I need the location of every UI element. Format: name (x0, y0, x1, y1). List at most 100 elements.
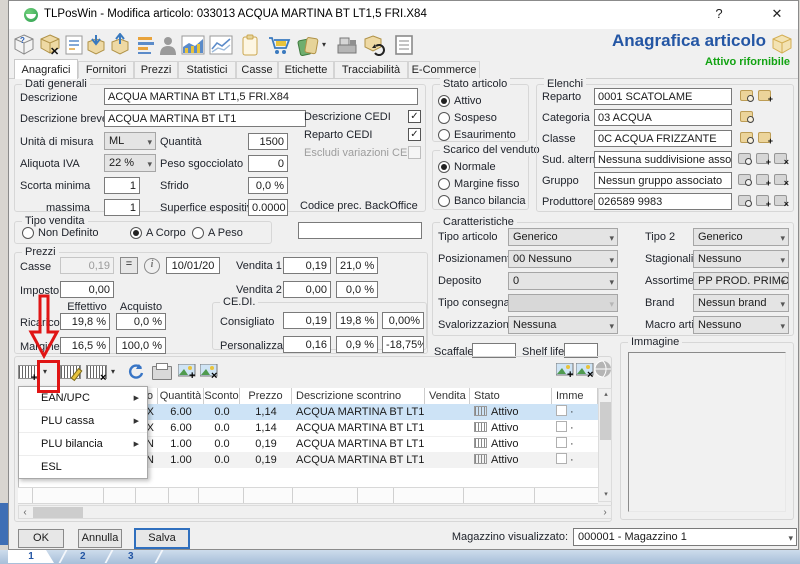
menu-item-plu-cassa[interactable]: PLU cassa (19, 410, 147, 433)
descrizione-cedi-checkbox[interactable] (408, 110, 421, 123)
immagine-preview[interactable] (628, 352, 786, 512)
reparto-input[interactable]: 0001 SCATOLAME (594, 88, 732, 105)
barcode-add-icon[interactable]: + (18, 365, 39, 379)
classe-search-icon[interactable] (740, 132, 753, 143)
radio-margine-fisso[interactable] (438, 178, 450, 190)
tab-fornitori[interactable]: Fornitori (78, 61, 134, 78)
image-add-icon[interactable]: + (178, 364, 196, 378)
margine-acquisto-input[interactable]: 100,0 % (116, 337, 166, 354)
produttore-search-icon[interactable] (738, 195, 751, 206)
tab-ecommerce[interactable]: E-Commerce (408, 61, 480, 78)
classe-input[interactable]: 0C ACQUA FRIZZANTE (594, 130, 732, 147)
salva-button[interactable]: Salva (134, 528, 190, 549)
ricarico-acquisto-input[interactable]: 0,0 % (116, 313, 166, 330)
sud-delete-icon[interactable] (774, 153, 787, 164)
brand-combo[interactable]: Nessun brand (693, 294, 789, 312)
col-header-quantita[interactable]: Quantità (158, 388, 204, 404)
barcode-delete-icon[interactable]: × (86, 365, 107, 379)
sheet-tab-3[interactable]: 3 (128, 550, 134, 563)
tipo-articolo-combo[interactable]: Generico (508, 228, 618, 246)
sud-search-icon[interactable] (738, 153, 751, 164)
cash-register-icon[interactable] (334, 33, 358, 57)
menu-item-plu-bilancia[interactable]: PLU bilancia (19, 433, 147, 456)
svalorizzazione-combo[interactable]: Nessuna (508, 316, 618, 334)
personalizzato-pct-input[interactable]: 0,9 % (336, 336, 378, 353)
customer-icon[interactable] (156, 33, 180, 57)
sud-alternativa-input[interactable]: Nessuna suddivisione asso (594, 151, 732, 168)
help-button[interactable]: ? (700, 2, 738, 26)
consigliato-input[interactable]: 0,19 (283, 312, 331, 329)
macro-articolo-combo[interactable]: Nessuno (693, 316, 789, 334)
refresh-icon[interactable] (126, 362, 145, 381)
ricarico-effettivo-input[interactable]: 19,8 % (60, 313, 110, 330)
cart-icon[interactable] (266, 33, 290, 57)
annulla-button[interactable]: Annulla (78, 529, 122, 548)
stagionalita-combo[interactable]: Nessuno (693, 250, 789, 268)
personalizzato-var-input[interactable]: -18,75% (382, 336, 424, 353)
gruppo-delete-icon[interactable] (774, 174, 787, 185)
movements-icon[interactable] (134, 33, 158, 57)
image-delete2-icon[interactable]: × (576, 363, 594, 377)
table-vscrollbar[interactable]: ▴ ▾ (598, 388, 612, 502)
radio-banco-bilancia[interactable] (438, 195, 450, 207)
col-header-prezzo[interactable]: Prezzo (240, 388, 292, 404)
web-icon[interactable] (594, 360, 612, 378)
gruppo-add-icon[interactable] (756, 174, 769, 185)
reparto-add-icon[interactable] (758, 90, 771, 101)
barcode-delete-menu-caret-icon[interactable]: ▾ (111, 363, 115, 381)
sheet-tab-1[interactable]: 1 (8, 550, 54, 563)
personalizzato-input[interactable]: 0,16 (283, 336, 331, 353)
radio-normale[interactable] (438, 161, 450, 173)
chart-line-icon[interactable] (208, 33, 232, 57)
vendita2-pct-input[interactable]: 0,0 % (336, 281, 378, 298)
casse-date-input[interactable]: 10/01/20 (166, 257, 220, 274)
article-list-icon[interactable] (62, 33, 86, 57)
backoffice-input[interactable] (298, 222, 422, 239)
form-icon[interactable] (392, 33, 416, 57)
reparto-cedi-checkbox[interactable] (408, 128, 421, 141)
table-hscrollbar[interactable]: ‹ › (18, 505, 612, 519)
image-checkbox[interactable] (556, 453, 567, 464)
labels-menu-caret-icon[interactable]: ▾ (322, 40, 326, 49)
equals-button[interactable]: = (120, 257, 138, 274)
article-sync-icon[interactable] (362, 33, 386, 57)
image-checkbox[interactable] (556, 405, 567, 416)
consigliato-pct-input[interactable]: 19,8 % (336, 312, 378, 329)
clipboard-icon[interactable] (238, 33, 262, 57)
col-header-vendita[interactable]: Vendita (425, 388, 470, 404)
tab-prezzi[interactable]: Prezzi (134, 61, 178, 78)
image-checkbox[interactable] (556, 437, 567, 448)
reparto-search-icon[interactable] (740, 90, 753, 101)
col-header-sconto[interactable]: Sconto (204, 388, 240, 404)
gruppo-search-icon[interactable] (738, 174, 751, 185)
image-delete-icon[interactable]: × (200, 364, 218, 378)
magazzino-combo[interactable]: 000001 - Magazzino 1 (573, 528, 797, 546)
radio-attivo[interactable] (438, 95, 450, 107)
posizionamento-combo[interactable]: 00 Nessuno (508, 250, 618, 268)
goods-out-icon[interactable] (108, 33, 132, 57)
sheet-tab-2[interactable]: 2 (80, 550, 86, 563)
radio-non-definito[interactable] (22, 227, 34, 239)
scorta-minima-input[interactable]: 1 (104, 177, 140, 194)
categoria-search-icon[interactable] (740, 111, 753, 122)
article-delete-icon[interactable]: ✕ (38, 33, 62, 57)
assortimento-combo[interactable]: PP PROD. PRIMO I (693, 272, 789, 290)
tipo2-combo[interactable]: Generico (693, 228, 789, 246)
deposito-combo[interactable]: 0 (508, 272, 618, 290)
iva-combo[interactable]: 22 % (104, 154, 156, 172)
quantita-input[interactable]: 1500 (248, 133, 288, 150)
produttore-add-icon[interactable] (756, 195, 769, 206)
article-cube-icon[interactable]: ? (12, 33, 36, 57)
margine-effettivo-input[interactable]: 16,5 % (60, 337, 110, 354)
print-icon[interactable] (152, 366, 172, 380)
close-button[interactable]: ✕ (758, 2, 796, 26)
consigliato-var-input[interactable]: 0,00% (382, 312, 424, 329)
radio-sospeso[interactable] (438, 112, 450, 124)
gruppo-input[interactable]: Nessun gruppo associato (594, 172, 732, 189)
image-checkbox[interactable] (556, 421, 567, 432)
tab-anagrafici[interactable]: Anagrafici (14, 59, 78, 79)
col-header-immagine[interactable]: Imme (552, 388, 598, 404)
vendita2-input[interactable]: 0,00 (283, 281, 331, 298)
goods-in-icon[interactable] (84, 33, 108, 57)
info-icon[interactable] (144, 258, 160, 274)
